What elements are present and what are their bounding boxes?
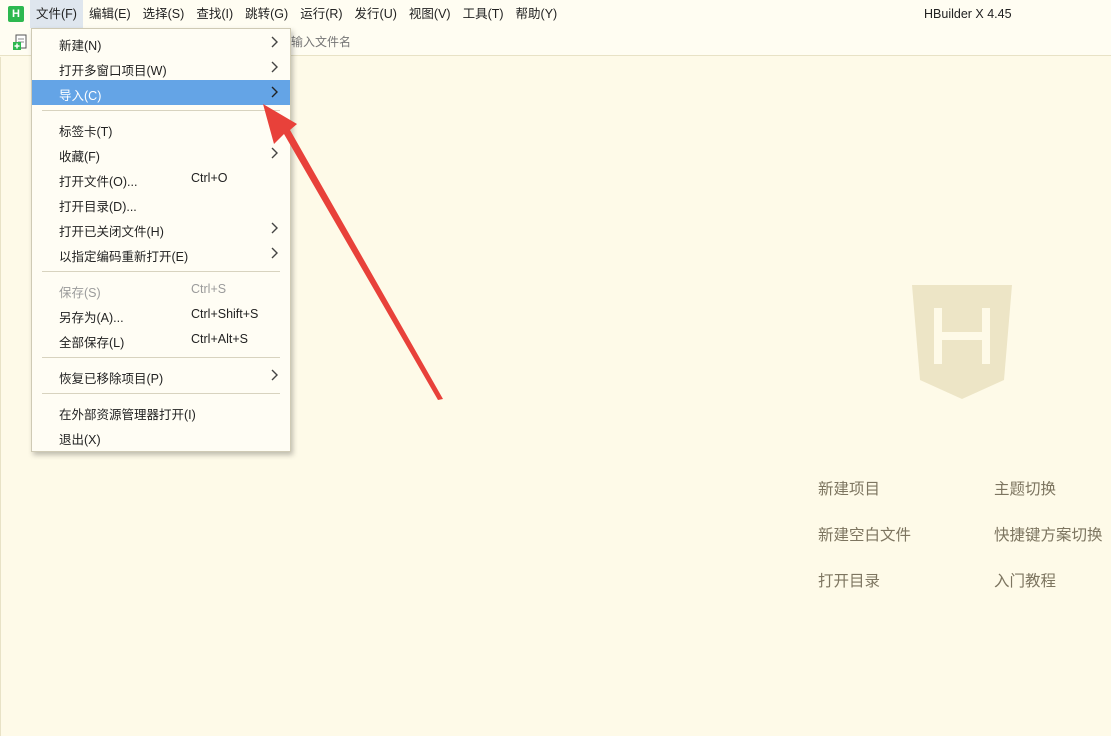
menu-item-label: 在外部资源管理器打开(I)	[59, 408, 196, 422]
menu-edit[interactable]: 编辑(E)	[83, 0, 137, 28]
menu-item-label: 打开目录(D)...	[59, 200, 137, 214]
menu-item-shortcut: Ctrl+Shift+S	[191, 307, 259, 321]
menu-help[interactable]: 帮助(Y)	[510, 0, 564, 28]
menu-item-save[interactable]: 保存(S) Ctrl+S	[32, 277, 290, 302]
menu-item-save-all[interactable]: 全部保存(L) Ctrl+Alt+S	[32, 327, 290, 352]
menu-run[interactable]: 运行(R)	[294, 0, 348, 28]
chevron-right-icon	[271, 36, 278, 48]
tutorial-link[interactable]: 入门教程	[994, 569, 1056, 591]
menu-item-favorites[interactable]: 收藏(F)	[32, 141, 290, 166]
menu-item-open-in-explorer[interactable]: 在外部资源管理器打开(I)	[32, 399, 290, 424]
menu-item-open-file[interactable]: 打开文件(O)... Ctrl+O	[32, 166, 290, 191]
menu-item-label: 另存为(A)...	[59, 311, 124, 325]
menu-view[interactable]: 视图(V)	[403, 0, 457, 28]
menu-item-open-multiwindow-project[interactable]: 打开多窗口项目(W)	[32, 55, 290, 80]
menu-tools[interactable]: 工具(T)	[457, 0, 510, 28]
menu-item-label: 以指定编码重新打开(E)	[59, 250, 189, 264]
menu-separator	[42, 271, 280, 272]
menu-find[interactable]: 查找(I)	[190, 0, 239, 28]
window-title: HBuilder X 4.45	[924, 7, 1012, 21]
chevron-right-icon	[271, 122, 278, 134]
new-project-link[interactable]: 新建项目	[818, 477, 880, 499]
menu-item-label: 恢复已移除项目(P)	[59, 372, 164, 386]
menu-item-label: 收藏(F)	[59, 150, 100, 164]
menu-select[interactable]: 选择(S)	[137, 0, 191, 28]
menu-item-save-as[interactable]: 另存为(A)... Ctrl+Shift+S	[32, 302, 290, 327]
menu-item-label: 标签卡(T)	[59, 125, 113, 139]
menu-separator	[42, 110, 280, 111]
hbuilder-window: H 文件(F) 编辑(E) 选择(S) 查找(I) 跳转(G) 运行(R) 发行…	[0, 0, 1111, 736]
menu-item-exit[interactable]: 退出(X)	[32, 424, 290, 449]
menu-separator	[42, 357, 280, 358]
menu-item-tabs[interactable]: 标签卡(T)	[32, 116, 290, 141]
chevron-right-icon	[271, 147, 278, 159]
menu-bar: H 文件(F) 编辑(E) 选择(S) 查找(I) 跳转(G) 运行(R) 发行…	[0, 0, 1111, 28]
theme-switch-link[interactable]: 主题切换	[994, 477, 1056, 499]
chevron-right-icon	[271, 369, 278, 381]
menu-item-shortcut: Ctrl+S	[191, 282, 227, 296]
menu-item-open-closed-file[interactable]: 打开已关闭文件(H)	[32, 216, 290, 241]
menu-item-label: 全部保存(L)	[59, 336, 125, 350]
hbuilder-shield-logo-icon	[912, 285, 1012, 399]
app-logo-icon: H	[8, 6, 24, 22]
new-file-icon[interactable]	[13, 34, 29, 50]
new-blank-file-link[interactable]: 新建空白文件	[818, 523, 911, 545]
menu-item-label: 打开已关闭文件(H)	[59, 225, 164, 239]
chevron-right-icon	[271, 222, 278, 234]
file-search-input[interactable]	[291, 35, 491, 49]
menu-item-label: 保存(S)	[59, 286, 101, 300]
chevron-right-icon	[271, 86, 278, 98]
menu-publish[interactable]: 发行(U)	[349, 0, 403, 28]
menu-goto[interactable]: 跳转(G)	[239, 0, 294, 28]
menu-item-reopen-with-encoding[interactable]: 以指定编码重新打开(E)	[32, 241, 290, 266]
chevron-right-icon	[271, 61, 278, 73]
menu-item-shortcut: Ctrl+O	[191, 171, 228, 185]
menu-file[interactable]: 文件(F)	[30, 0, 83, 28]
menu-item-label: 导入(C)	[59, 89, 102, 103]
menu-item-new[interactable]: 新建(N)	[32, 30, 290, 55]
menu-item-open-directory[interactable]: 打开目录(D)...	[32, 191, 290, 216]
menu-item-restore-removed-project[interactable]: 恢复已移除项目(P)	[32, 363, 290, 388]
menu-item-label: 退出(X)	[59, 433, 101, 447]
keymap-switch-link[interactable]: 快捷键方案切换	[994, 523, 1103, 545]
menu-item-import[interactable]: 导入(C)	[32, 80, 290, 105]
menu-item-shortcut: Ctrl+Alt+S	[191, 332, 248, 346]
menu-separator	[42, 393, 280, 394]
menu-item-label: 新建(N)	[59, 39, 102, 53]
chevron-right-icon	[271, 247, 278, 259]
open-directory-link[interactable]: 打开目录	[818, 569, 880, 591]
menu-item-label: 打开多窗口项目(W)	[59, 64, 167, 78]
file-menu-dropdown: 新建(N) 打开多窗口项目(W) 导入(C) 标签卡(T) 收藏(F) 打开文件…	[31, 28, 291, 452]
menu-item-label: 打开文件(O)...	[59, 175, 138, 189]
